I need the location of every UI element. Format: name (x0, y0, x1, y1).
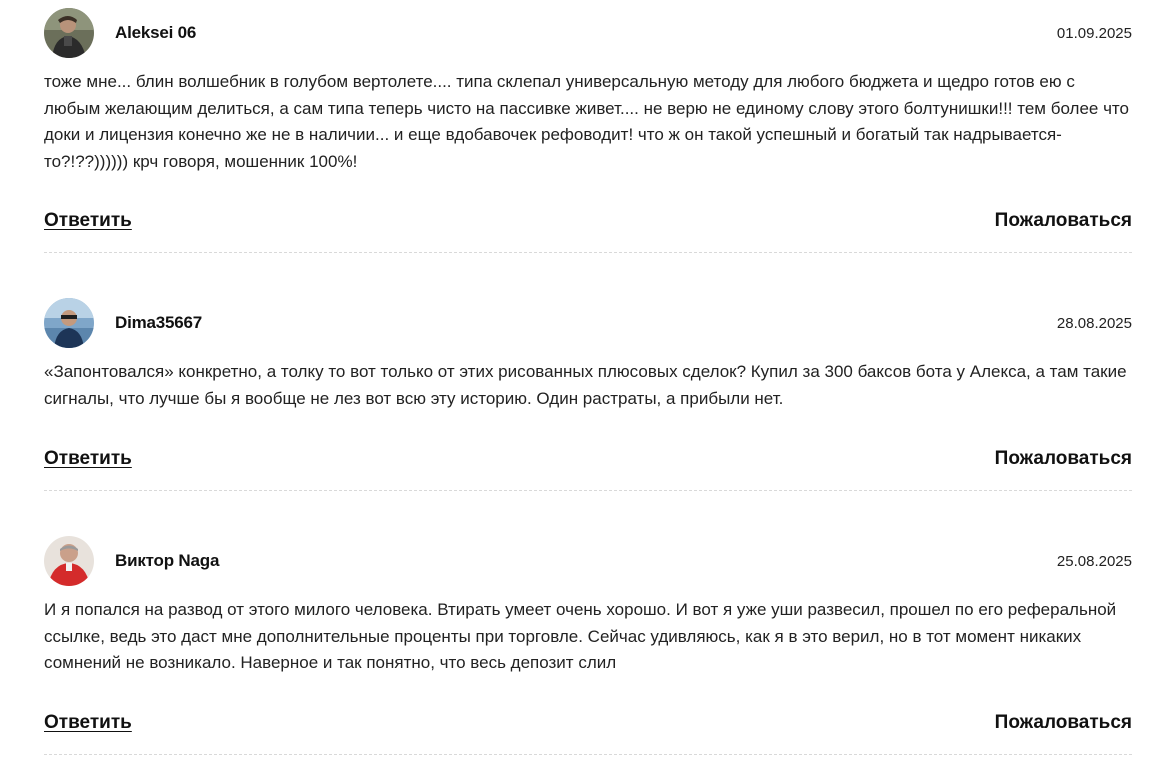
comment-text: «Запонтовался» конкретно, а толку то вот… (44, 362, 1127, 408)
comment-actions: Ответить Пожаловаться (44, 710, 1132, 736)
comment-divider (44, 252, 1132, 253)
comment-header: Виктор Naga 25.08.2025 (44, 536, 1132, 586)
report-link[interactable]: Пожаловаться (995, 210, 1132, 232)
reply-link[interactable]: Ответить (44, 210, 132, 232)
comment-date: 28.08.2025 (1056, 314, 1132, 332)
comment-author: Виктор Naga (115, 551, 220, 570)
comment-author: Aleksei 06 (115, 23, 197, 42)
comment-divider (44, 490, 1132, 491)
comment-divider (44, 754, 1132, 755)
user-avatar[interactable] (44, 536, 94, 586)
comment-date: 01.09.2025 (1056, 24, 1132, 42)
report-link[interactable]: Пожаловаться (995, 448, 1132, 470)
comment-author: Dima35667 (115, 313, 203, 332)
report-link[interactable]: Пожаловаться (995, 712, 1132, 734)
user-avatar[interactable] (44, 298, 94, 348)
comment-item: Dima35667 28.08.2025 «Запонтовался» конк… (44, 298, 1132, 491)
reply-link[interactable]: Ответить (44, 712, 132, 734)
avatar-photo-icon (44, 298, 94, 348)
comment-date: 25.08.2025 (1056, 552, 1132, 570)
comment-header: Dima35667 28.08.2025 (44, 298, 1132, 348)
comment-item: Виктор Naga 25.08.2025 И я попался на ра… (44, 536, 1132, 755)
avatar-photo-icon (44, 8, 94, 58)
reply-link[interactable]: Ответить (44, 448, 132, 470)
avatar-photo-icon (44, 536, 94, 586)
comment-item: Aleksei 06 01.09.2025 тоже мне... блин в… (44, 8, 1132, 253)
comment-actions: Ответить Пожаловаться (44, 208, 1132, 234)
comment-actions: Ответить Пожаловаться (44, 446, 1132, 472)
comment-text: тоже мне... блин волшебник в голубом вер… (44, 72, 1129, 171)
comment-header: Aleksei 06 01.09.2025 (44, 8, 1132, 58)
comment-text: И я попался на развод от этого милого че… (44, 600, 1117, 672)
user-avatar[interactable] (44, 8, 94, 58)
